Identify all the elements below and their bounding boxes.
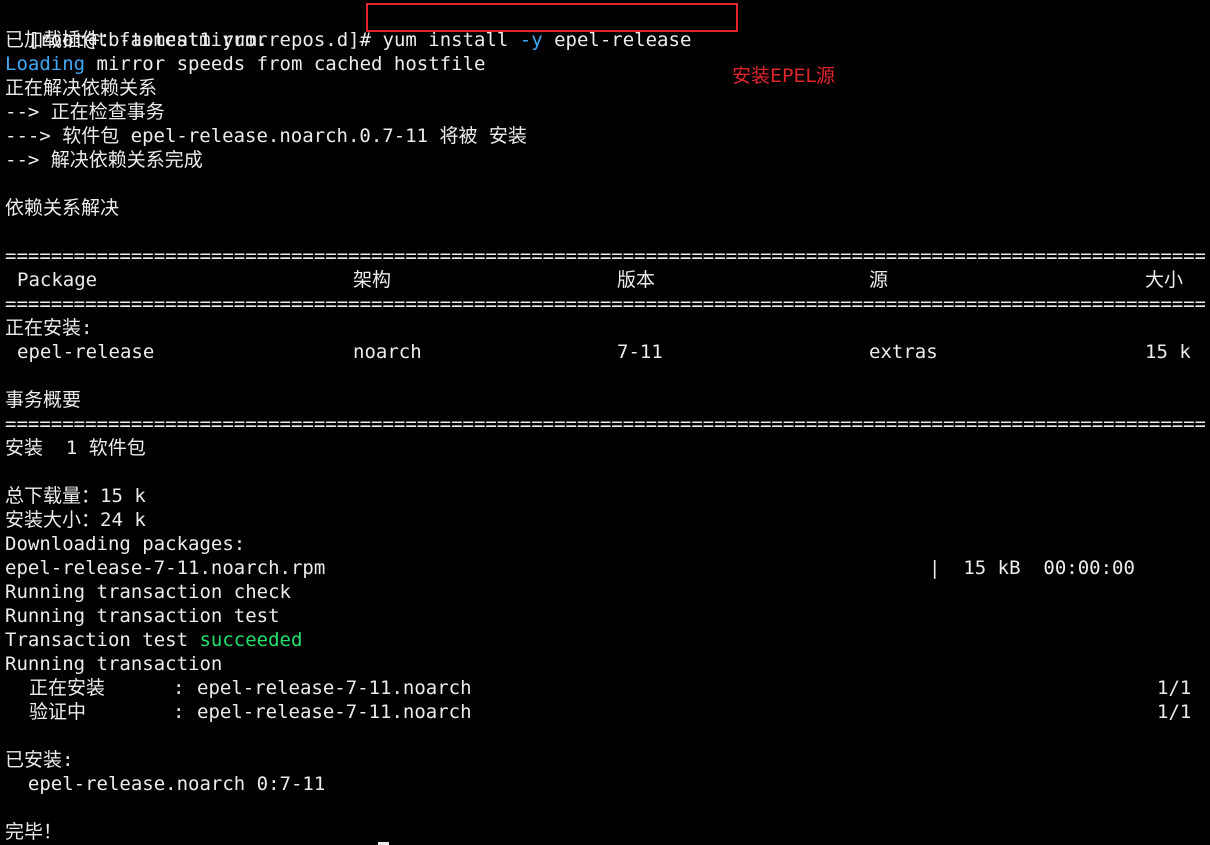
table-header-arch: 架构 [353, 269, 392, 291]
progress-sep: : [173, 701, 185, 723]
success-word: succeeded [199, 629, 303, 651]
progress-sep: : [173, 677, 185, 699]
output-tx-test-result: Transaction test succeeded [5, 629, 303, 651]
table-header-package: Package [17, 269, 98, 291]
output-tx-running: Running transaction [5, 653, 223, 675]
table-section-installing: 正在安装: [5, 317, 93, 339]
summary-total-download: 总下载量：15 k [5, 485, 146, 507]
summary-installed-size: 安装大小：24 k [5, 509, 146, 531]
output-resolving: 正在解决依赖关系 [5, 77, 158, 99]
output-resolve-done: --> 解决依赖关系完成 [5, 149, 203, 171]
table-cell-package: epel-release [17, 341, 155, 363]
output-tx-check: Running transaction check [5, 581, 291, 603]
progress-pkg: epel-release-7-11.noarch [197, 677, 472, 699]
download-file: epel-release-7-11.noarch.rpm [5, 557, 326, 579]
installed-package: epel-release.noarch 0:7-11 [5, 773, 326, 795]
installed-header: 已安装: [5, 749, 74, 771]
progress-pkg: epel-release-7-11.noarch [197, 701, 472, 723]
table-header-repo: 源 [869, 269, 889, 291]
table-cell-repo: extras [869, 341, 938, 363]
command-flag: -y [519, 29, 543, 51]
table-cell-arch: noarch [353, 341, 422, 363]
summary-install-count: 安装 1 软件包 [5, 437, 146, 459]
summary-header: 事务概要 [5, 389, 82, 411]
output-loading: Loading mirror speeds from cached hostfi… [5, 53, 486, 75]
output-downloading: Downloading packages: [5, 533, 246, 555]
output-done: 完毕！ [5, 821, 63, 843]
output-tx-test: Running transaction test [5, 605, 280, 627]
separator-header: ========================================… [5, 293, 1205, 315]
table-cell-version: 7-11 [617, 341, 663, 363]
table-header-size: 大小 [1145, 269, 1184, 291]
output-pkg-install: ---> 软件包 epel-release.noarch.0.7-11 将被 安… [5, 125, 527, 147]
progress-count: 1/1 [1157, 701, 1192, 723]
separator-summary: ========================================… [5, 413, 1205, 435]
separator-top: ========================================… [5, 245, 1205, 267]
progress-count: 1/1 [1157, 677, 1192, 699]
command-highlight-box [366, 3, 738, 32]
progress-label-installing: 正在安装 [29, 677, 106, 699]
table-header-version: 版本 [617, 269, 656, 291]
annotation-label: 安装EPEL源 [732, 65, 836, 87]
download-progress: | 15 kB 00:00:00 [929, 557, 1135, 579]
progress-label-verifying: 验证中 [29, 701, 87, 723]
command-text[interactable]: yum install -y epel-release [383, 29, 692, 51]
output-plugins: 已加载插件：fastestmirror [5, 29, 268, 51]
table-cell-size: 15 k [1145, 341, 1191, 363]
output-deps-resolved: 依赖关系解决 [5, 197, 120, 219]
output-checking: --> 正在检查事务 [5, 101, 165, 123]
